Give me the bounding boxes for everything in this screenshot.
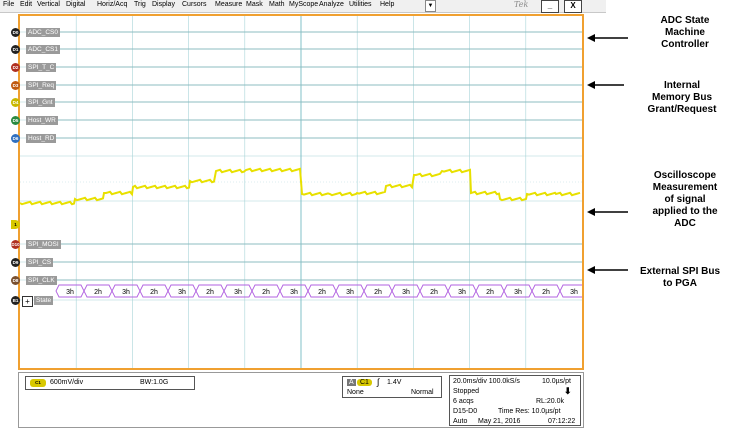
menu-item-horiz-acq[interactable]: Horiz/Acq [97,1,127,8]
minimize-button[interactable]: _ [541,0,559,13]
annotation-oscilloscope: Oscilloscope Measurement of signal applied … [652,170,718,229]
record-length: RL:20.0k [536,398,565,405]
annotation-arrows [587,34,628,274]
trigger-coupling: None [347,389,364,396]
menu-item-edit[interactable]: Edit [20,1,32,8]
channel1-settings[interactable]: C1 600mV/div BW:1.0G [25,376,195,390]
trigger-mode: Normal [411,389,434,396]
channel-label: Host_RD [26,134,57,143]
bus-value: 3h [346,289,354,296]
bus-value: 3h [178,289,186,296]
menu-item-help[interactable]: Help [380,1,394,8]
time-resolution: Time Res: 10.0µs/pt [498,408,561,415]
bus-value: 2h [150,289,158,296]
acquisition-count: 6 acqs [453,398,474,405]
trigger-source: A [347,379,356,386]
bus-expand-button[interactable]: + [22,296,33,307]
menu-item-digital[interactable]: Digital [66,1,85,8]
trigger-settings[interactable]: A C1 ∫ 1.4V None Normal [342,376,442,398]
digital-range: D15-D0 [453,408,478,415]
channel-badge-d1[interactable]: D1 [11,45,20,54]
channel-label: SPI_CLK [26,276,57,285]
channel-badge-d6[interactable]: D6 [11,134,20,143]
analog-waveform [20,167,581,206]
date: May 21, 2016 [478,418,521,425]
bus-value: 3h [458,289,466,296]
channel-badge-d10[interactable]: D10 [11,240,20,249]
bus-value: 3h [234,289,242,296]
channel-label: SPI_Gnt [26,98,55,107]
waveform-graticule: 3h2h3h2h3h2h3h2h3h2h3h2h3h2h3h2h3h2h3h2h [20,16,582,368]
time: 07:12:22 [548,418,576,425]
bus-value: 2h [318,289,326,296]
channel-label: SPI_Req [26,81,57,90]
menu-item-myscope[interactable]: MyScope [289,1,318,8]
menu-item-display[interactable]: Display [152,1,175,8]
channel-badge-d5[interactable]: D5 [11,116,20,125]
channel-label: ADC_CS0 [26,28,60,37]
annotation-memory-bus: Internal Memory Bus Grant/Request [647,80,717,115]
bus-value: 3h [290,289,298,296]
channel-label: State [34,296,54,305]
channel-label: SPI_CS [26,258,54,267]
channel-badge-d0[interactable]: D0 [11,28,20,37]
acquisition-settings[interactable]: 20.0ms/div 100.0kS/s 10.0µs/pt Stopped ⬇… [449,375,581,426]
trigger-type: Auto [453,418,468,425]
bus-value: 3h [122,289,130,296]
channel-badge-d2[interactable]: D2 [11,63,20,72]
bus-value: 2h [262,289,270,296]
down-arrow-icon: ⬇ [564,386,572,396]
horizontal-scale: 20.0ms/div 100.0kS/s [453,378,520,385]
brand-logo: Tek [514,0,529,9]
channel1-badge: C1 [30,379,46,387]
bus-value: 2h [486,289,494,296]
channel-badge-d4[interactable]: D4 [11,98,20,107]
menu-bar: ▼ Tek File Edit Vertical Digital Horiz/Acq Tr… [0,0,606,13]
menu-item-cursors[interactable]: Cursors [182,1,207,8]
close-button[interactable]: X [564,0,582,13]
menu-dropdown-button[interactable]: ▼ [425,0,436,12]
menu-item-math[interactable]: Math [269,1,285,8]
channel-badge-1[interactable]: 1 [11,220,20,229]
annotation-adc-state: ADC State Machine Controller [660,15,710,50]
channel-label: SPI_MOSI [26,240,61,249]
annotation-spi-bus: External SPI Bus to PGA [639,266,721,289]
channel-label: SPI_T_C [26,63,57,72]
rising-edge-icon: ∫ [377,377,380,387]
channel1-scale: 600mV/div [50,379,84,386]
bus-value: 2h [206,289,214,296]
bus-value: 3h [514,289,522,296]
acquisition-state: Stopped [453,388,480,395]
channel-badge-d9[interactable]: D9 [11,258,20,267]
status-bar: C1 600mV/div BW:1.0G A C1 ∫ 1.4V None No… [18,372,584,428]
bus-value: 2h [542,289,550,296]
menu-item-utilities[interactable]: Utilities [349,1,372,8]
bus-value: 3h [402,289,410,296]
menu-item-measure[interactable]: Measure [215,1,242,8]
menu-item-trig[interactable]: Trig [134,1,146,8]
bandwidth-value: BW:1.0G [140,379,169,386]
menu-item-analyze[interactable]: Analyze [319,1,344,8]
bus-value: 2h [430,289,438,296]
trigger-channel: C1 [357,379,372,386]
menu-item-vertical[interactable]: Vertical [37,1,60,8]
channel-label: Host_WR [26,116,58,125]
channel-badge-b1[interactable]: B1 [11,296,20,305]
channel-badge-d8[interactable]: D8 [11,276,20,285]
bus-value: 3h [66,289,74,296]
channel-label: ADC_CS1 [26,45,60,54]
bus-value: 3h [570,289,578,296]
channel-badge-d3[interactable]: D3 [11,81,20,90]
bus-value: 2h [374,289,382,296]
menu-item-file[interactable]: File [3,1,14,8]
bus-value: 2h [94,289,102,296]
menu-item-mask[interactable]: Mask [246,1,263,8]
sample-interval: 10.0µs/pt [542,378,571,385]
trigger-level: 1.4V [387,379,402,386]
